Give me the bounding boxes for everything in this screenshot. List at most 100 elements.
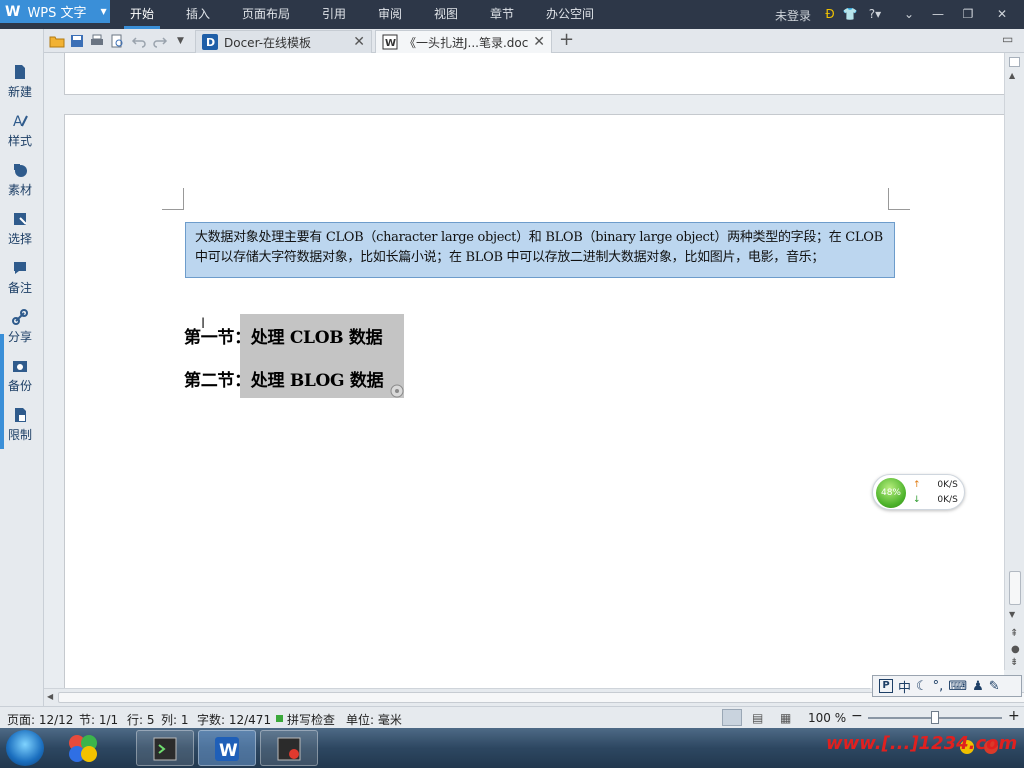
close-tab-icon[interactable]: ✕ <box>353 34 365 50</box>
scroll-down-icon[interactable]: ▼ <box>1009 610 1015 619</box>
sidebar-item-restrict[interactable]: 限制 <box>0 402 40 448</box>
info-line-1: 大数据对象处理主要有 CLOB（character large object）和… <box>195 230 883 245</box>
user-icon[interactable]: ♟ <box>972 679 984 694</box>
customize-dropdown-icon[interactable]: ▼ <box>177 33 193 49</box>
help-icon[interactable]: ?▾ <box>864 6 886 22</box>
select-browse-object-icon[interactable]: ● <box>1011 644 1020 655</box>
doc-tab-active[interactable]: W 《一头扎进J...笔录.doc ✕ <box>375 30 552 53</box>
save-icon[interactable] <box>69 33 85 49</box>
zoom-slider-thumb[interactable] <box>931 711 939 724</box>
watermark-text: www.[...]1234.com <box>826 733 1018 754</box>
moon-icon[interactable]: ☾ <box>916 679 928 694</box>
minimize-icon[interactable]: — <box>930 6 946 22</box>
print-icon[interactable] <box>89 33 105 49</box>
sidebar-item-style[interactable]: A 样式 <box>0 108 40 154</box>
undo-icon[interactable] <box>131 33 147 49</box>
view-outline-icon[interactable]: ▤ <box>752 711 763 725</box>
style-icon: A <box>13 114 28 130</box>
ruler-toggle-icon[interactable] <box>1009 57 1020 67</box>
zoom-in-icon[interactable]: + <box>1008 708 1020 724</box>
close-tab-icon[interactable]: ✕ <box>533 34 545 50</box>
status-spellcheck[interactable]: 拼写检查 <box>287 711 335 728</box>
svg-text:A: A <box>13 114 23 130</box>
sidebar-item-label: 素材 <box>7 183 32 197</box>
horizontal-scrollbar[interactable]: ◀ <box>44 688 1024 706</box>
tab-view[interactable]: 视图 <box>428 0 464 29</box>
app-menu-button[interactable]: W WPS 文字 ▼ <box>0 0 110 23</box>
start-button[interactable] <box>6 730 44 766</box>
ime-mode-toggle[interactable]: 中 <box>898 677 911 696</box>
crop-mark-right <box>888 188 910 210</box>
zoom-out-icon[interactable]: − <box>851 708 863 724</box>
terminal-icon <box>153 737 177 761</box>
close-icon[interactable]: ✕ <box>994 6 1010 22</box>
tab-page-layout[interactable]: 页面布局 <box>238 0 294 29</box>
status-col: 列: 1 <box>161 713 189 727</box>
sidebar-item-comment[interactable]: 备注 <box>0 255 40 301</box>
doc-tab-label: Docer-在线模板 <box>224 35 312 50</box>
scroll-up-icon[interactable]: ▲ <box>1009 71 1015 80</box>
ime-toolbar[interactable]: P 中 ☾ °, ⌨ ♟ ✎ <box>872 675 1022 697</box>
doc-tab-label: 《一头扎进J...笔录.doc <box>404 35 529 50</box>
redo-icon[interactable] <box>152 33 168 49</box>
vertical-scroll-thumb[interactable] <box>1009 571 1021 605</box>
svg-text:D: D <box>206 36 215 49</box>
collapse-ribbon-icon[interactable]: ⌄ <box>901 6 917 22</box>
info-text-box[interactable]: 大数据对象处理主要有 CLOB（character large object）和… <box>185 222 895 278</box>
heading-section-2[interactable]: 第二节：处理 BLOG 数据 <box>184 366 384 391</box>
heading-section-1[interactable]: 第一节：处理 CLOB 数据 <box>184 323 383 348</box>
sidebar-item-share[interactable]: 分享 <box>0 304 40 350</box>
scroll-left-icon[interactable]: ◀ <box>47 692 53 701</box>
punctuation-icon[interactable]: °, <box>933 679 944 694</box>
taskbar-app-3[interactable] <box>260 730 318 766</box>
material-icon <box>14 164 27 177</box>
ime-logo-icon[interactable]: P <box>879 679 893 693</box>
info-line-2: 中可以存储大字符数据对象，比如长篇小说；在 BLOB 中可以存放二进制大数据对象… <box>195 250 825 265</box>
new-tab-plus-icon[interactable]: + <box>559 30 575 50</box>
tab-review[interactable]: 审阅 <box>372 0 408 29</box>
shirt-icon[interactable]: 👕 <box>842 6 858 22</box>
speed-percent: 48% <box>876 478 906 508</box>
status-unit[interactable]: 单位: 毫米 <box>346 711 402 728</box>
restore-icon[interactable]: ❐ <box>960 6 976 22</box>
doc-tab-docer[interactable]: D Docer-在线模板 ✕ <box>195 30 372 53</box>
view-page-icon[interactable] <box>722 709 742 726</box>
svg-text:W: W <box>385 38 396 49</box>
app-name: WPS 文字 <box>27 6 87 21</box>
upload-arrow-icon: ↑ <box>913 480 921 490</box>
page-previous <box>64 53 1004 95</box>
paste-options-icon[interactable] <box>390 384 404 398</box>
sidebar-item-backup[interactable]: 备份 <box>0 353 40 399</box>
sidebar-item-select[interactable]: 选择 <box>0 206 40 252</box>
tab-home[interactable]: 开始 <box>124 0 160 29</box>
keyboard-icon[interactable]: ⌨ <box>948 679 967 694</box>
tab-references[interactable]: 引用 <box>316 0 352 29</box>
next-page-icon[interactable]: ⇟ <box>1010 657 1018 668</box>
open-folder-icon[interactable] <box>49 33 65 49</box>
sidebar-item-new[interactable]: 新建 <box>0 59 40 105</box>
login-link[interactable]: 未登录 <box>775 7 811 24</box>
network-speed-widget[interactable]: 48% ↑ 0K/S ↓ 0K/S <box>872 474 965 510</box>
comment-icon <box>14 262 26 274</box>
app-launcher-icon[interactable] <box>66 732 100 764</box>
page-current[interactable] <box>64 114 1004 688</box>
upload-speed: 0K/S <box>937 480 958 490</box>
sidebar-item-material[interactable]: 素材 <box>0 157 40 203</box>
vertical-scrollbar[interactable]: ▲ ▼ ⇞ ● ⇟ <box>1004 53 1024 670</box>
zoom-level[interactable]: 100 % <box>808 711 846 725</box>
skin-icon[interactable]: Ð <box>822 6 838 22</box>
tab-section[interactable]: 章节 <box>484 0 520 29</box>
tab-list-icon[interactable]: ▭ <box>1002 32 1018 48</box>
status-page[interactable]: 页面: 12/12 <box>7 711 73 728</box>
document-canvas[interactable]: 大数据对象处理主要有 CLOB（character large object）和… <box>44 53 1004 688</box>
view-web-icon[interactable]: ▦ <box>780 711 791 725</box>
left-sidebar: 新建 A 样式 素材 选择 备注 分享 备份 限制 <box>0 29 44 706</box>
taskbar-wps-writer[interactable]: W <box>198 730 256 766</box>
taskbar-app-1[interactable] <box>136 730 194 766</box>
tab-insert[interactable]: 插入 <box>180 0 216 29</box>
print-preview-icon[interactable] <box>109 33 125 49</box>
tab-office-space[interactable]: 办公空间 <box>542 0 598 29</box>
wrench-icon[interactable]: ✎ <box>989 679 1000 694</box>
prev-page-icon[interactable]: ⇞ <box>1010 628 1018 639</box>
status-wordcount[interactable]: 字数: 12/471 <box>197 711 271 728</box>
